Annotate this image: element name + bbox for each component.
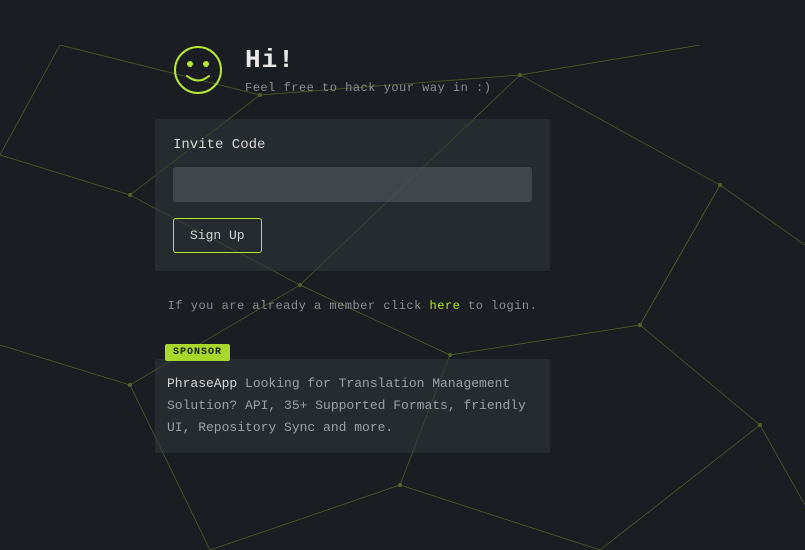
login-suffix: to login. [460, 299, 537, 313]
smiley-icon [173, 45, 223, 95]
login-prefix: If you are already a member click [168, 299, 430, 313]
greeting-subtitle: Feel free to hack your way in :) [245, 81, 491, 95]
header: Hi! Feel free to hack your way in :) [155, 45, 550, 95]
login-link[interactable]: here [430, 299, 461, 313]
sponsor-badge: SPONSOR [165, 344, 230, 361]
main-panel: Hi! Feel free to hack your way in :) Inv… [155, 45, 550, 453]
invite-code-input[interactable] [173, 167, 532, 202]
sponsor-name[interactable]: PhraseApp [167, 376, 237, 391]
greeting-title: Hi! [245, 45, 491, 75]
invite-code-label: Invite Code [173, 137, 532, 153]
signup-button[interactable]: Sign Up [173, 218, 262, 253]
login-hint: If you are already a member click here t… [155, 299, 550, 313]
signup-form: Invite Code Sign Up [155, 119, 550, 271]
sponsor-box: PhraseApp Looking for Translation Manage… [155, 359, 550, 453]
